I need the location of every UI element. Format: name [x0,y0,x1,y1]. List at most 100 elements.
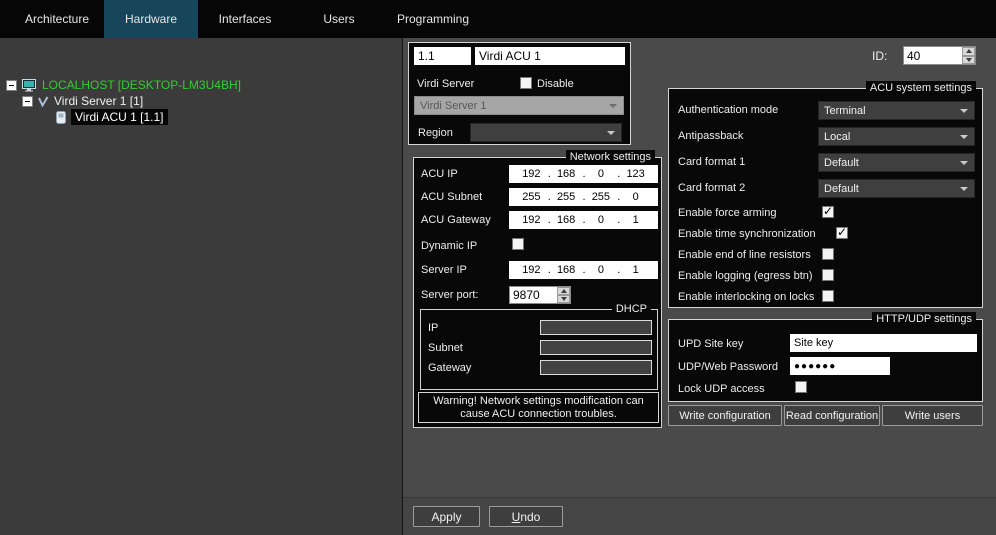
authentication-mode-select[interactable]: Terminal [818,101,975,120]
chevron-down-icon [960,187,968,191]
menu-item-programming[interactable]: Programming [386,0,480,38]
ip-octet: 255 [549,191,584,203]
ip-octet: 255 [584,191,619,203]
id-label: ID: [872,50,887,63]
ip-octet: 123 [618,168,653,180]
udp-password-field[interactable]: ●●●●●● [790,357,890,375]
card-format-1-value: Default [824,157,859,169]
acu-ip-field[interactable]: 192 168 0 123 [509,165,658,183]
tree-node-label-selected: Virdi ACU 1 [1.1] [71,109,168,125]
app-window: Architecture Hardware Interfaces Users P… [0,0,996,535]
server-icon [38,96,49,107]
network-warning: Warning! Network settings modification c… [418,392,659,423]
lock-udp-label: Lock UDP access [678,383,765,396]
disable-label: Disable [537,78,574,91]
dhcp-gateway-label: Gateway [428,362,471,375]
chevron-down-icon [960,161,968,165]
acu-ip-label: ACU IP [421,168,458,181]
tree-node-label: LOCALHOST [DESKTOP-LM3U4BH] [42,78,241,92]
top-menu-bar: Architecture Hardware Interfaces Users P… [0,0,996,38]
device-name-field[interactable]: Virdi ACU 1 [475,47,625,65]
dynamic-ip-checkbox[interactable] [512,238,524,250]
dhcp-ip-field [540,320,652,335]
down-arrow-icon [966,58,972,62]
id-spinner[interactable]: 40 [903,46,976,65]
computer-icon [22,79,37,92]
server-port-label: Server port: [421,289,478,302]
spinner-down-button[interactable] [962,56,975,65]
menu-item-users[interactable]: Users [292,0,386,38]
ip-octet: 168 [549,168,584,180]
card-format-2-label: Card format 2 [678,182,745,195]
dhcp-subnet-field [540,340,652,355]
antipassback-value: Local [824,131,850,143]
chevron-down-icon [609,104,617,108]
card-format-2-value: Default [824,183,859,195]
spinner-down-button[interactable] [557,295,570,303]
spinner-buttons [557,287,570,303]
write-users-button[interactable]: Write users [882,405,983,426]
tree-node-localhost[interactable]: LOCALHOST [DESKTOP-LM3U4BH] [6,77,241,93]
undo-button[interactable]: Undo [489,506,563,527]
network-settings-title: Network settings [566,150,655,164]
dynamic-ip-label: Dynamic IP [421,240,477,253]
spinner-buttons [962,47,975,64]
write-configuration-button[interactable]: Write configuration [668,405,782,426]
card-format-2-select[interactable]: Default [818,179,975,198]
ip-octet: 192 [514,168,549,180]
menu-item-interfaces[interactable]: Interfaces [198,0,292,38]
tree-node-server[interactable]: Virdi Server 1 [1] [22,93,143,109]
disable-checkbox[interactable] [520,77,532,89]
ip-octet: 168 [549,214,584,226]
ip-octet: 192 [514,214,549,226]
card-format-1-select[interactable]: Default [818,153,975,172]
acu-subnet-label: ACU Subnet [421,191,482,204]
lock-udp-checkbox[interactable] [795,381,807,393]
acu-gateway-field[interactable]: 192 168 0 1 [509,211,658,229]
interlocking-checkbox[interactable] [822,290,834,302]
device-address-field[interactable]: 1.1 [414,47,471,65]
menu-item-architecture[interactable]: Architecture [10,0,104,38]
undo-key: U [512,510,521,524]
acu-subnet-field[interactable]: 255 255 255 0 [509,188,658,206]
server-ip-field[interactable]: 192 168 0 1 [509,261,658,279]
region-label: Region [418,127,453,140]
spinner-up-button[interactable] [962,47,975,56]
acu-gateway-label: ACU Gateway [421,214,491,227]
site-key-field[interactable]: Site key [790,334,977,352]
http-udp-settings-title: HTTP/UDP settings [872,312,976,326]
antipassback-select[interactable]: Local [818,127,975,146]
chevron-down-icon [960,135,968,139]
collapse-icon[interactable] [6,80,17,91]
ip-octet: 0 [584,214,619,226]
antipassback-label: Antipassback [678,130,743,143]
menu-item-hardware[interactable]: Hardware [104,0,198,38]
apply-button[interactable]: Apply [413,506,480,527]
time-sync-checkbox[interactable] [836,227,848,239]
logging-checkbox[interactable] [822,269,834,281]
server-port-spinner[interactable]: 9870 [509,286,571,304]
card-format-1-label: Card format 1 [678,156,745,169]
up-arrow-icon [966,49,972,53]
read-configuration-button[interactable]: Read configuration [784,405,880,426]
spinner-up-button[interactable] [557,287,570,295]
tree-node-acu[interactable]: Virdi ACU 1 [1.1] [56,109,168,125]
region-select[interactable] [470,123,622,142]
server-select: Virdi Server 1 [414,96,624,115]
server-select-value: Virdi Server 1 [420,100,486,112]
authentication-mode-value: Terminal [824,105,866,117]
id-value[interactable]: 40 [904,47,962,64]
server-ip-label: Server IP [421,264,467,277]
time-sync-label: Enable time synchronization [678,228,816,241]
collapse-icon[interactable] [22,96,33,107]
force-arming-checkbox[interactable] [822,206,834,218]
ip-octet: 0 [584,168,619,180]
undo-rest: ndo [520,510,540,524]
acu-device-icon [56,111,66,124]
force-arming-label: Enable force arming [678,207,776,220]
dhcp-ip-label: IP [428,322,438,335]
logging-label: Enable logging (egress btn) [678,270,813,283]
eol-resistors-checkbox[interactable] [822,248,834,260]
up-arrow-icon [561,289,567,293]
server-port-value[interactable]: 9870 [510,287,557,303]
